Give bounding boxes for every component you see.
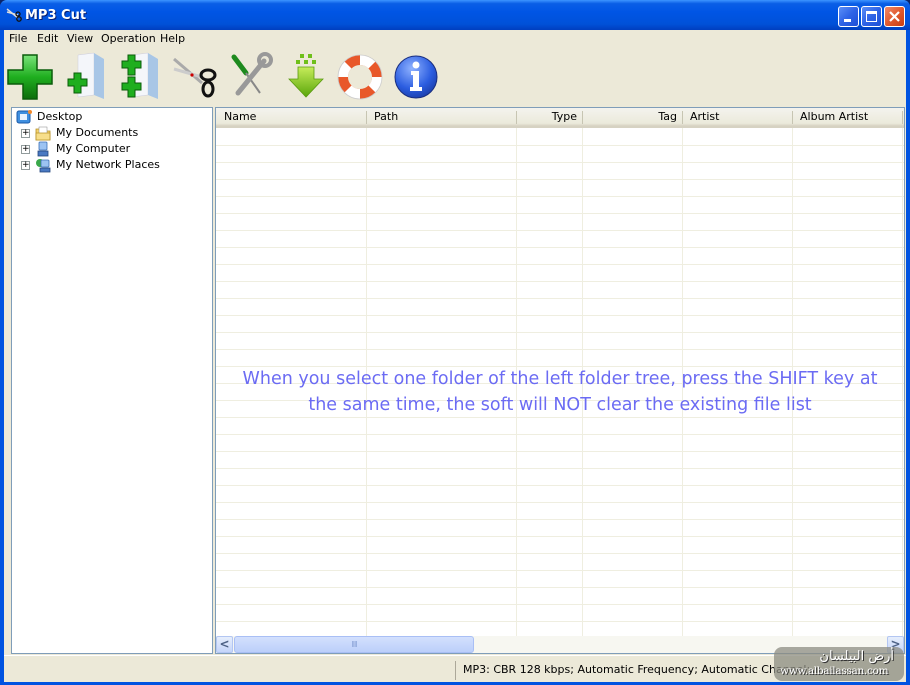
list-header: Name Path Type Tag Artist Album Artist [216,108,904,128]
maximize-icon [866,11,877,22]
info-icon [394,55,438,99]
menu-bar: File Edit View Operation Help [4,30,906,48]
expand-toggle[interactable]: + [21,145,30,154]
watermark-url: www.albailassan.com [780,665,889,677]
hint-line-2: the same time, the soft will NOT clear t… [308,395,812,415]
minimize-icon [844,19,851,22]
download-arrow-icon [288,54,324,98]
scissors-icon [6,8,22,22]
about-button[interactable] [392,51,442,103]
lifebuoy-icon [337,54,383,100]
desktop-icon [16,110,32,124]
add-file-button[interactable] [6,51,56,103]
status-bar: MP3: CBR 128 kbps; Automatic Frequency; … [4,655,906,682]
green-plus-icon [7,54,53,100]
hint-line-1: When you select one folder of the left f… [242,369,878,389]
column-header-path[interactable]: Path [366,108,516,126]
settings-button[interactable] [226,51,276,103]
computer-icon [37,141,49,157]
double-plus-folder-icon [121,52,158,99]
menu-help[interactable]: Help [160,32,185,45]
close-button[interactable] [884,6,905,27]
file-list[interactable]: Name Path Type Tag Artist Album Artist W… [215,107,905,654]
watermark-arabic: أرض البيلسان [819,649,894,664]
app-window: MP3 Cut File Edit View Operation Help De… [0,0,910,685]
minimize-button[interactable] [838,6,859,27]
menu-file[interactable]: File [9,32,27,45]
add-folder-button[interactable] [60,51,110,103]
column-header-artist[interactable]: Artist [682,108,792,126]
documents-folder-icon [35,126,51,141]
folder-tree[interactable]: Desktop + My Documents + My Computer + M… [11,107,213,654]
status-divider [455,661,456,680]
wrench-screwdriver-icon [231,52,273,96]
tree-item-label: My Documents [56,126,139,139]
close-icon [889,11,900,22]
scroll-thumb[interactable]: IIII [234,636,474,653]
download-button[interactable] [282,51,332,103]
client-area: File Edit View Operation Help Desktop + … [4,30,906,682]
watermark: أرض البيلسان www.albailassan.com [774,647,904,681]
toolbar [4,49,906,105]
shift-key-hint: When you select one folder of the left f… [216,366,904,418]
menu-view[interactable]: View [67,32,93,45]
plus-folder-icon [67,52,104,99]
title-bar[interactable]: MP3 Cut [0,0,910,30]
menu-edit[interactable]: Edit [37,32,58,45]
scroll-left-button[interactable]: < [216,636,233,653]
cut-button[interactable] [170,51,220,103]
menu-operation[interactable]: Operation [101,32,156,45]
maximize-button[interactable] [861,6,882,27]
window-title: MP3 Cut [25,8,87,23]
column-header-name[interactable]: Name [216,108,366,126]
column-header-type[interactable]: Type [516,108,582,126]
expand-toggle[interactable]: + [21,129,30,138]
network-icon [36,159,51,173]
column-header-album-artist[interactable]: Album Artist [792,108,902,126]
expand-toggle[interactable]: + [21,161,30,170]
status-audio-format: MP3: CBR 128 kbps; Automatic Frequency; … [463,663,811,676]
tree-item-label: Desktop [37,110,83,123]
column-divider[interactable] [902,111,903,124]
tree-item-label: My Network Places [56,158,160,171]
scissors-icon [173,57,217,98]
help-button[interactable] [336,51,386,103]
add-folder-recursive-button[interactable] [114,51,164,103]
status-left [8,660,448,680]
tree-item-label: My Computer [56,142,131,155]
column-header-tag[interactable]: Tag [582,108,682,126]
